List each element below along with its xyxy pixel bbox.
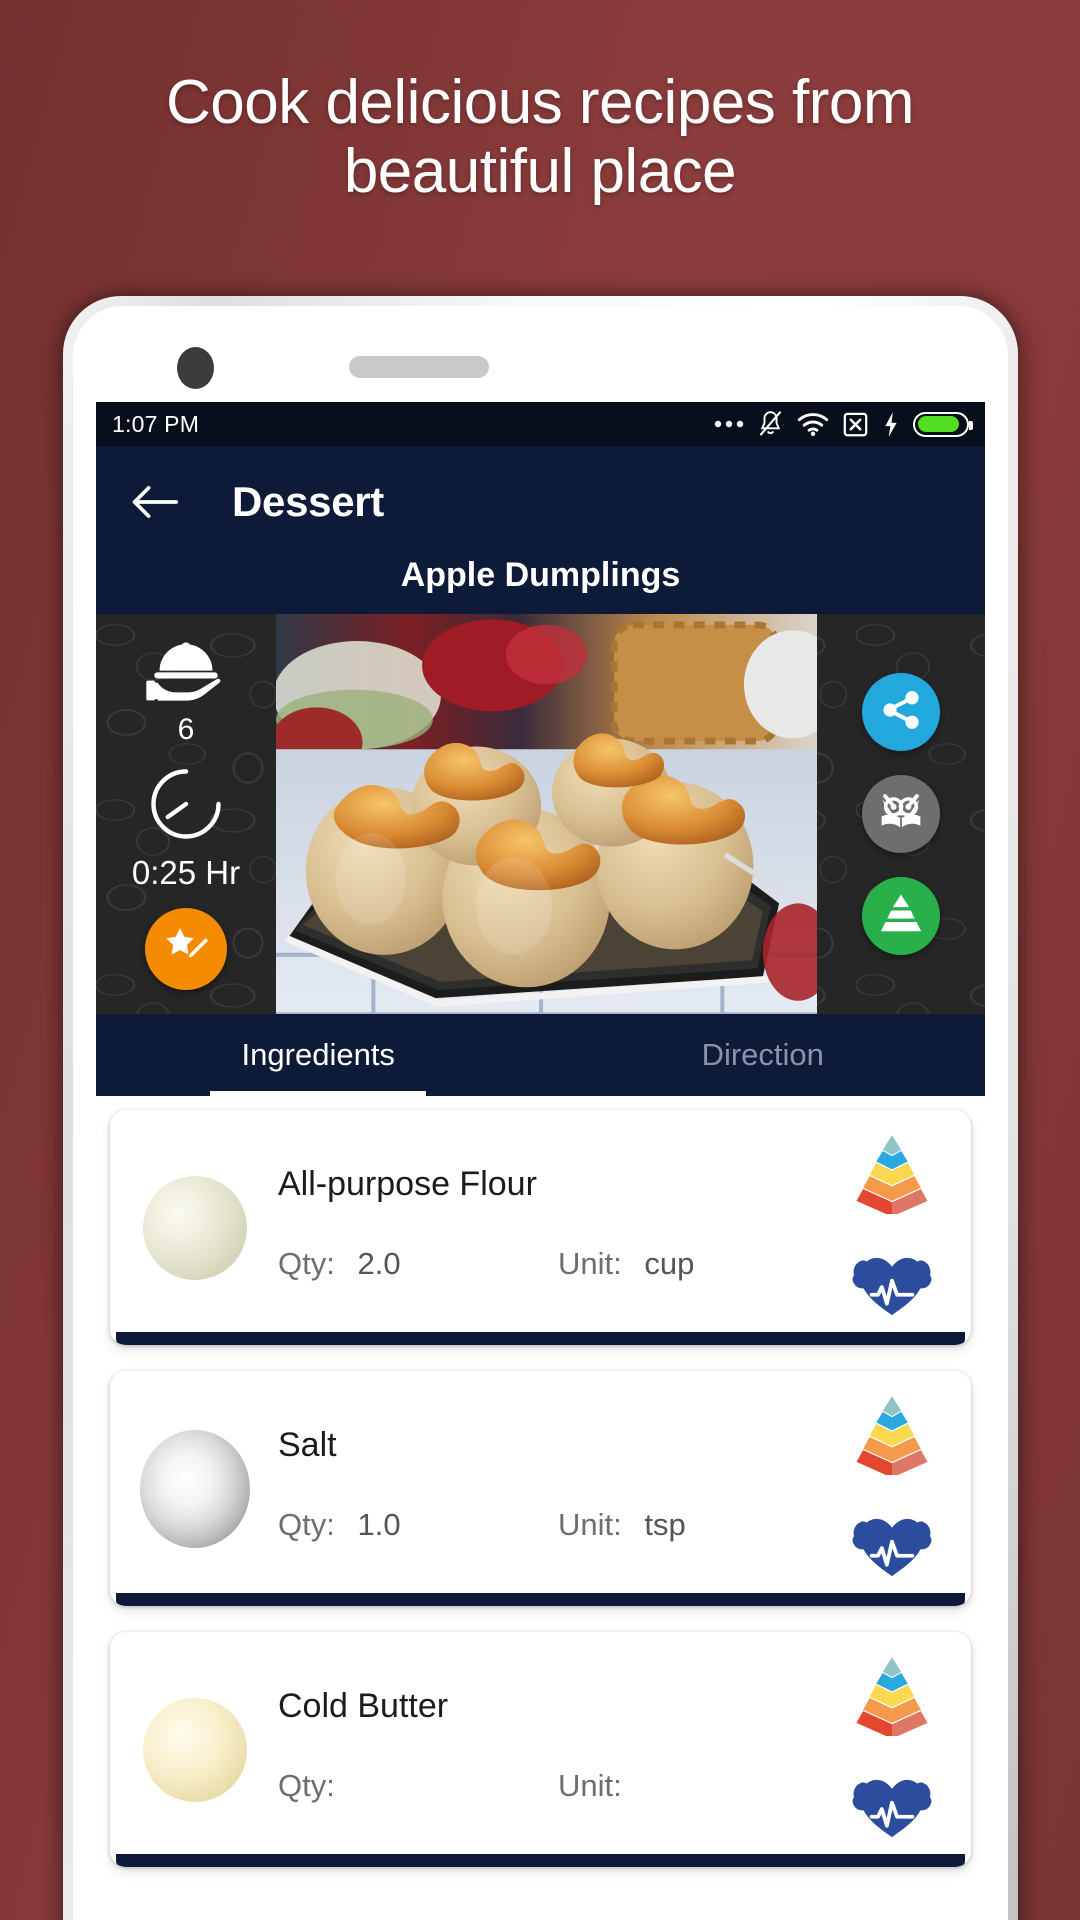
unit-field: Unit: tsp	[558, 1507, 686, 1543]
recipe-title: Apple Dumplings	[400, 556, 681, 594]
more-dots-icon	[714, 419, 744, 429]
phone-screen: 1:07 PM Dessert Apple Dumplings 6 0:25 H…	[96, 402, 985, 1920]
unit-label: Unit:	[558, 1507, 622, 1542]
timer-clock-icon	[147, 765, 225, 848]
food-pyramid-icon[interactable]	[850, 1130, 934, 1217]
ingredient-name: Salt	[278, 1426, 337, 1464]
food-pyramid-button[interactable]	[862, 877, 940, 955]
promo-headline: Cook delicious recipes from beautiful pl…	[165, 68, 915, 207]
ingredient-name: Cold Butter	[278, 1687, 449, 1725]
nutrition-health-icon[interactable]	[850, 1764, 934, 1848]
ingredient-details: Cold Butter Qty: Unit:	[260, 1632, 821, 1867]
ingredient-card[interactable]: Salt Qty: 1.0 Unit: tsp	[110, 1371, 971, 1606]
recipe-photo	[276, 614, 817, 1014]
pyramid-icon	[878, 892, 924, 941]
unit-label: Unit:	[558, 1768, 622, 1803]
ingredient-meta: Qty: 2.0 Unit: cup	[278, 1246, 821, 1282]
recipe-hero: 6 0:25 Hr	[96, 614, 985, 1014]
ingredient-icon-group	[821, 1110, 971, 1345]
food-pyramid-icon[interactable]	[850, 1652, 934, 1739]
front-camera-icon	[177, 347, 214, 389]
ingredient-name: All-purpose Flour	[278, 1165, 537, 1203]
flour-thumbnail	[143, 1175, 247, 1280]
qty-label: Qty:	[278, 1507, 335, 1542]
unit-label: Unit:	[558, 1246, 622, 1281]
status-bar: 1:07 PM	[96, 402, 985, 446]
star-edit-icon	[160, 921, 212, 978]
earpiece-speaker	[349, 356, 489, 378]
knowledge-button[interactable]	[862, 775, 940, 853]
phone-mockup: 1:07 PM Dessert Apple Dumplings 6 0:25 H…	[63, 296, 1018, 1920]
app-bar-row: Dessert	[96, 470, 985, 534]
ingredient-meta: Qty: 1.0 Unit: tsp	[278, 1507, 821, 1543]
app-bar: Dessert Apple Dumplings	[96, 446, 985, 614]
cook-time-value: 0:25 Hr	[131, 854, 241, 891]
qty-value: 1.0	[357, 1507, 401, 1542]
ingredient-icon-group	[821, 1371, 971, 1606]
share-icon	[879, 688, 923, 737]
ingredient-list[interactable]: All-purpose Flour Qty: 2.0 Unit: cup Sal…	[96, 1096, 985, 1920]
qty-value: 2.0	[357, 1246, 401, 1281]
ingredient-details: Salt Qty: 1.0 Unit: tsp	[260, 1371, 821, 1606]
bell-off-icon	[757, 410, 784, 439]
wifi-icon	[797, 411, 829, 437]
ingredient-meta: Qty: Unit:	[278, 1768, 821, 1804]
servings-value: 6	[177, 713, 195, 746]
salt-thumbnail	[140, 1429, 250, 1548]
qty-label: Qty:	[278, 1246, 335, 1281]
tab-ingredients[interactable]: Ingredients	[96, 1014, 541, 1096]
food-pyramid-icon[interactable]	[850, 1391, 934, 1478]
sim-off-icon	[842, 411, 869, 438]
qty-label: Qty:	[278, 1768, 335, 1803]
apple-dumplings-photo	[276, 614, 817, 1014]
status-time: 1:07 PM	[112, 410, 200, 437]
share-button[interactable]	[862, 673, 940, 751]
unit-field: Unit: cup	[558, 1246, 694, 1282]
quantity-field: Qty: 1.0	[278, 1507, 558, 1543]
ingredient-card[interactable]: All-purpose Flour Qty: 2.0 Unit: cup	[110, 1110, 971, 1345]
back-arrow-icon[interactable]	[130, 477, 180, 527]
ingredient-thumbnail	[130, 1371, 260, 1606]
status-icon-group	[714, 410, 973, 439]
tab-direction[interactable]: Direction	[541, 1014, 986, 1096]
serving-dome-icon	[145, 638, 227, 707]
recipe-actions-panel	[817, 614, 985, 1014]
charging-bolt-icon	[882, 411, 900, 438]
ingredient-thumbnail	[130, 1110, 260, 1345]
battery-icon	[913, 411, 973, 437]
quantity-field: Qty:	[278, 1768, 558, 1804]
ingredient-card[interactable]: Cold Butter Qty: Unit:	[110, 1632, 971, 1867]
ingredient-details: All-purpose Flour Qty: 2.0 Unit: cup	[260, 1110, 821, 1345]
owl-book-icon	[876, 789, 926, 840]
phone-bezel-top	[73, 306, 1008, 402]
recipe-stats-panel: 6 0:25 Hr	[96, 614, 276, 1014]
quantity-field: Qty: 2.0	[278, 1246, 558, 1282]
recipe-tabs: Ingredients Direction	[96, 1014, 985, 1096]
unit-value: cup	[644, 1246, 695, 1281]
nutrition-health-icon[interactable]	[850, 1503, 934, 1587]
ingredient-icon-group	[821, 1632, 971, 1867]
butter-thumbnail	[143, 1697, 247, 1802]
favorite-edit-button[interactable]	[145, 908, 227, 990]
nutrition-health-icon[interactable]	[850, 1242, 934, 1326]
unit-field: Unit:	[558, 1768, 636, 1804]
page-title: Dessert	[232, 478, 384, 525]
unit-value: tsp	[644, 1507, 686, 1542]
phone-body: 1:07 PM Dessert Apple Dumplings 6 0:25 H…	[73, 306, 1008, 1920]
ingredient-thumbnail	[130, 1632, 260, 1867]
